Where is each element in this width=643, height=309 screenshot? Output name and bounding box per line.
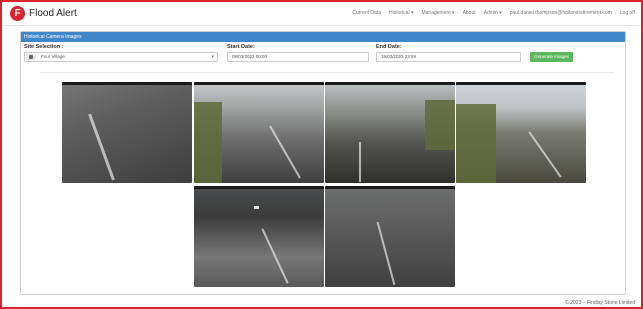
- nav-user-email[interactable]: paul.daniel.thompson@hollandretirement.c…: [510, 10, 612, 16]
- verge: [456, 104, 496, 183]
- camera-image-3[interactable]: [325, 82, 455, 183]
- verge: [425, 100, 455, 150]
- site-selection-label: Site Selection :: [24, 44, 64, 50]
- road-marking: [261, 228, 289, 284]
- flood-marker-post: [359, 142, 361, 182]
- camera-image-1[interactable]: [62, 82, 192, 183]
- nav-about[interactable]: About: [463, 10, 476, 16]
- flood-alert-logo-icon: F: [10, 6, 25, 21]
- camera-image-bar: [62, 82, 192, 85]
- chevron-down-icon: ▾: [211, 54, 214, 60]
- footer-copyright: © 2023 – Findlay Stone Limited: [565, 300, 635, 306]
- camera-image-2[interactable]: [194, 82, 324, 183]
- nav-historical[interactable]: Historical ▾: [389, 10, 413, 16]
- end-date-input[interactable]: 15/03/2023 23:59: [376, 52, 521, 62]
- end-date-label: End Date:: [376, 44, 402, 50]
- road-marking: [376, 221, 396, 286]
- camera-image-bar: [194, 82, 324, 85]
- camera-image-6[interactable]: [325, 186, 455, 287]
- camera-image-bar: [456, 82, 586, 85]
- camera-image-5[interactable]: [194, 186, 324, 287]
- nav-management[interactable]: Management ▾: [421, 10, 454, 16]
- vehicle-lights: [254, 206, 259, 209]
- road-marking: [88, 113, 115, 181]
- site-select-value: Four Village: [41, 54, 65, 59]
- top-navbar: F Flood Alert Current Data Historical ▾ …: [2, 2, 641, 26]
- nav-admin[interactable]: Admin ▾: [484, 10, 502, 16]
- camera-image-4[interactable]: [456, 82, 586, 183]
- app-title: Flood Alert: [29, 8, 77, 19]
- generate-images-button[interactable]: Generate Images: [530, 52, 573, 62]
- filter-divider: [40, 72, 614, 73]
- nav-log-off[interactable]: Log off: [620, 10, 635, 16]
- road-marking: [269, 125, 301, 179]
- panel-title: Historical Camera Images: [21, 32, 625, 42]
- start-date-label: Start Date:: [227, 44, 255, 50]
- site-select[interactable]: Four Village ▾: [24, 52, 218, 62]
- camera-image-bar: [194, 186, 324, 189]
- nav-current-data[interactable]: Current Data: [352, 10, 381, 16]
- brand[interactable]: F Flood Alert: [10, 6, 77, 21]
- camera-image-bar: [325, 186, 455, 189]
- nav-links: Current Data Historical ▾ Management ▾ A…: [352, 10, 635, 16]
- camera-icon: [26, 54, 36, 60]
- camera-image-bar: [325, 82, 455, 85]
- road-marking: [528, 131, 562, 178]
- verge: [194, 102, 222, 183]
- start-date-input[interactable]: 09/03/2023 00:00: [227, 52, 369, 62]
